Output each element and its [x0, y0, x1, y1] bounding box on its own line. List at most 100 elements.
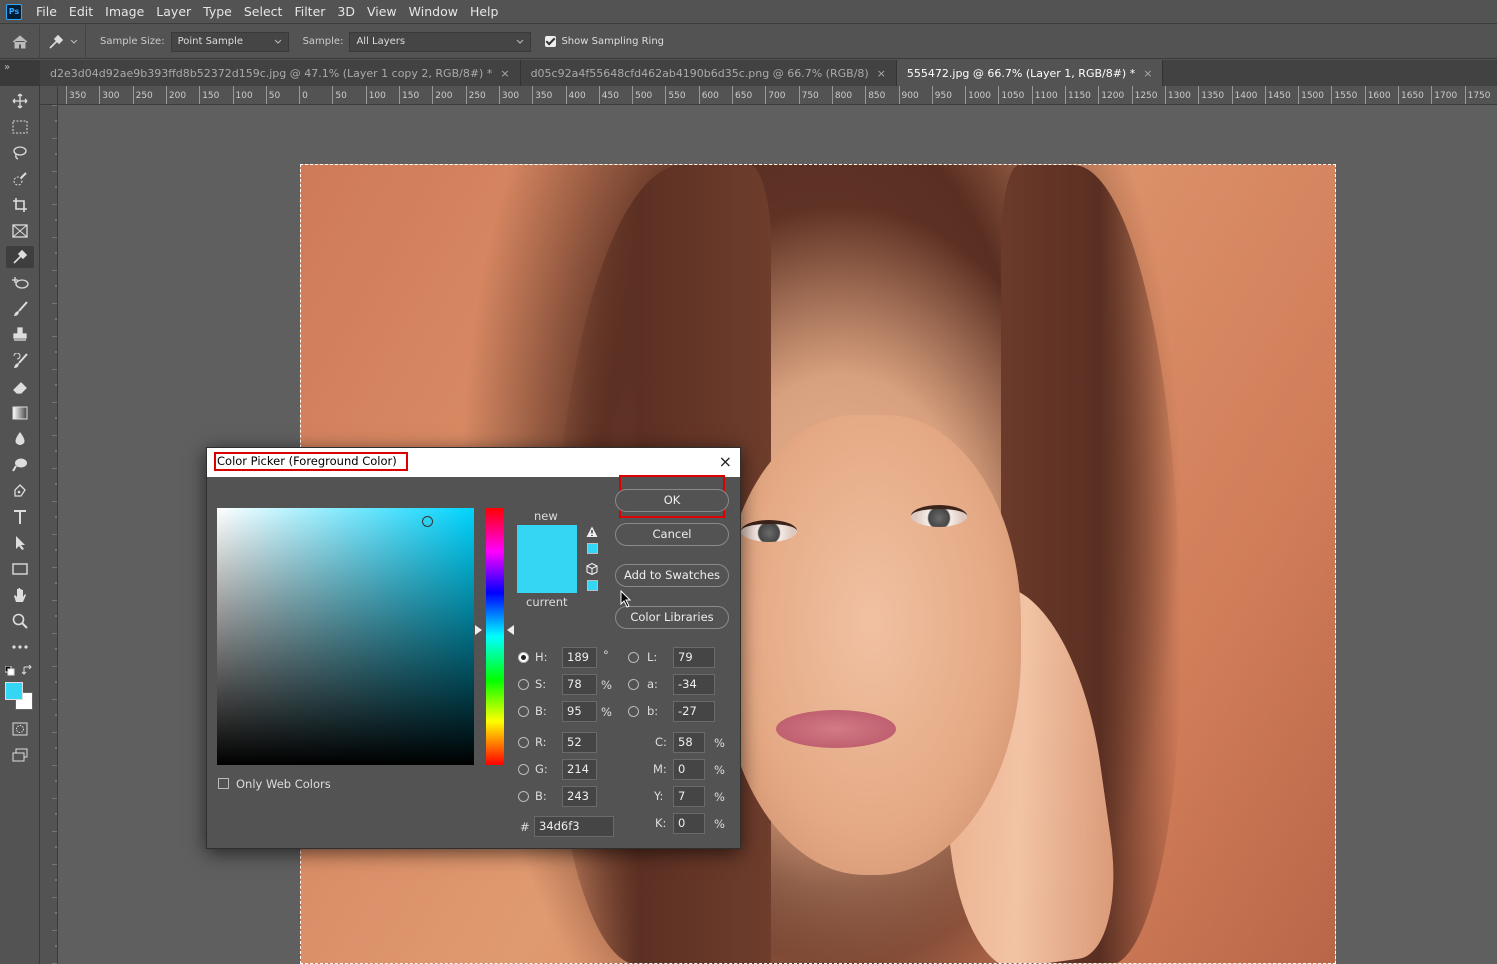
cancel-button[interactable]: Cancel	[615, 523, 729, 546]
lightness-field[interactable]: 79	[673, 647, 715, 668]
menu-edit[interactable]: Edit	[63, 0, 99, 24]
type-tool[interactable]	[6, 506, 34, 528]
lightness-radio[interactable]	[628, 652, 639, 663]
zoom-tool[interactable]	[6, 610, 34, 632]
a-channel-field[interactable]: -34	[673, 674, 715, 695]
ruler-tick-label: 200	[165, 86, 186, 104]
web-safe-cube-icon[interactable]	[586, 563, 598, 575]
black-field[interactable]: 0	[673, 813, 705, 834]
clone-stamp-tool[interactable]	[6, 324, 34, 346]
saturation-brightness-field[interactable]	[217, 508, 474, 765]
swap-colors-icon[interactable]	[22, 665, 33, 676]
menu-view[interactable]: View	[361, 0, 403, 24]
ruler-origin[interactable]	[40, 86, 58, 105]
frame-tool[interactable]	[6, 220, 34, 242]
menu-file[interactable]: File	[30, 0, 63, 24]
hue-slider-handle-right[interactable]	[507, 625, 514, 635]
sample-select[interactable]: All Layers	[349, 31, 532, 52]
blur-tool[interactable]	[6, 428, 34, 450]
panel-collapse-button[interactable]: »	[0, 60, 40, 86]
red-field[interactable]: 52	[562, 732, 597, 753]
brightness-radio[interactable]	[518, 706, 529, 717]
default-colors-icon[interactable]	[5, 666, 15, 676]
hex-field[interactable]: 34d6f3	[534, 816, 614, 837]
tool-preset-picker[interactable]	[40, 24, 86, 59]
menu-select[interactable]: Select	[238, 0, 289, 24]
out-of-gamut-warning-icon[interactable]	[586, 526, 598, 538]
spot-healing-tool[interactable]	[6, 272, 34, 294]
saturation-field[interactable]: 78	[562, 674, 597, 695]
foreground-color-swatch[interactable]	[5, 682, 23, 700]
dodge-tool[interactable]	[6, 454, 34, 476]
color-libraries-button[interactable]: Color Libraries	[615, 606, 729, 629]
menu-filter[interactable]: Filter	[288, 0, 331, 24]
menu-window[interactable]: Window	[403, 0, 464, 24]
web-safe-color-swatch[interactable]	[587, 580, 598, 591]
cyan-field[interactable]: 58	[673, 732, 705, 753]
brush-tool[interactable]	[6, 298, 34, 320]
path-selection-tool[interactable]	[6, 532, 34, 554]
ruler-tick-label: 1600	[1364, 86, 1391, 104]
menu-help[interactable]: Help	[464, 0, 505, 24]
blue-field[interactable]: 243	[562, 786, 597, 807]
current-color-preview[interactable]	[517, 559, 577, 593]
horizontal-ruler[interactable]: 350 300 250 200 150 100 50 0 50 100 150 200 250 300 35…	[58, 86, 1497, 105]
lasso-tool[interactable]	[6, 142, 34, 164]
document-tab-1[interactable]: d2e3d04d92ae9b393ffd8b52372d159c.jpg @ 4…	[40, 60, 521, 86]
close-icon[interactable]: ×	[1143, 67, 1152, 80]
close-icon[interactable]: ×	[500, 67, 509, 80]
crop-tool[interactable]	[6, 194, 34, 216]
gamut-color-swatch[interactable]	[587, 543, 598, 554]
color-selection-cursor[interactable]	[422, 516, 433, 527]
ruler-tick-label: 400	[565, 86, 586, 104]
brightness-field[interactable]: 95	[562, 701, 597, 722]
menu-layer[interactable]: Layer	[150, 0, 197, 24]
b-channel-radio[interactable]	[628, 706, 639, 717]
red-radio[interactable]	[518, 737, 529, 748]
green-radio[interactable]	[518, 764, 529, 775]
screen-mode-button[interactable]	[6, 744, 34, 766]
close-icon[interactable]: ×	[719, 452, 732, 472]
hue-radio[interactable]	[518, 652, 529, 663]
hue-field[interactable]: 189	[562, 647, 597, 668]
magenta-field[interactable]: 0	[673, 759, 705, 780]
ruler-tick-label: 1050	[998, 86, 1024, 104]
eraser-tool[interactable]	[6, 376, 34, 398]
rectangle-tool[interactable]	[6, 558, 34, 580]
ok-button[interactable]: OK	[615, 489, 729, 512]
only-web-colors-checkbox[interactable]	[218, 778, 229, 789]
vertical-ruler[interactable]	[40, 105, 58, 964]
show-sampling-ring-toggle[interactable]: Show Sampling Ring	[545, 36, 664, 47]
history-brush-tool[interactable]	[6, 350, 34, 372]
gradient-tool[interactable]	[6, 402, 34, 424]
saturation-radio[interactable]	[518, 679, 529, 690]
document-tab-3-active[interactable]: 555472.jpg @ 66.7% (Layer 1, RGB/8#) * ×	[896, 60, 1164, 86]
blue-radio[interactable]	[518, 791, 529, 802]
hue-slider[interactable]	[486, 508, 504, 765]
sample-size-select[interactable]: Point Sample	[170, 31, 289, 52]
eyedropper-tool[interactable]	[6, 246, 34, 268]
pen-tool[interactable]	[6, 480, 34, 502]
hue-slider-handle-left[interactable]	[475, 625, 482, 635]
add-to-swatches-button[interactable]: Add to Swatches	[615, 564, 729, 587]
menu-type[interactable]: Type	[197, 0, 238, 24]
a-channel-radio[interactable]	[628, 679, 639, 690]
green-field[interactable]: 214	[562, 759, 597, 780]
show-sampling-ring-checkbox[interactable]	[545, 36, 557, 47]
menu-3d[interactable]: 3D	[331, 0, 361, 24]
edit-toolbar-button[interactable]	[6, 636, 34, 658]
hand-tool[interactable]	[6, 584, 34, 606]
quick-selection-tool[interactable]	[6, 168, 34, 190]
marquee-tool[interactable]	[6, 116, 34, 138]
quick-mask-button[interactable]	[6, 718, 34, 740]
menu-image[interactable]: Image	[99, 0, 150, 24]
move-tool[interactable]	[6, 90, 34, 112]
yellow-field[interactable]: 7	[673, 786, 705, 807]
options-bar: Sample Size: Point Sample Sample: All La…	[0, 24, 1497, 59]
b-channel-field[interactable]: -27	[673, 701, 715, 722]
dialog-titlebar[interactable]: Color Picker (Foreground Color) ×	[207, 448, 740, 477]
close-icon[interactable]: ×	[877, 67, 886, 80]
document-tab-2[interactable]: d05c92a4f55648cfd462ab4190b6d35c.png @ 6…	[520, 60, 897, 86]
ruler-tick-label: 350	[532, 86, 552, 104]
home-button[interactable]	[0, 24, 40, 59]
